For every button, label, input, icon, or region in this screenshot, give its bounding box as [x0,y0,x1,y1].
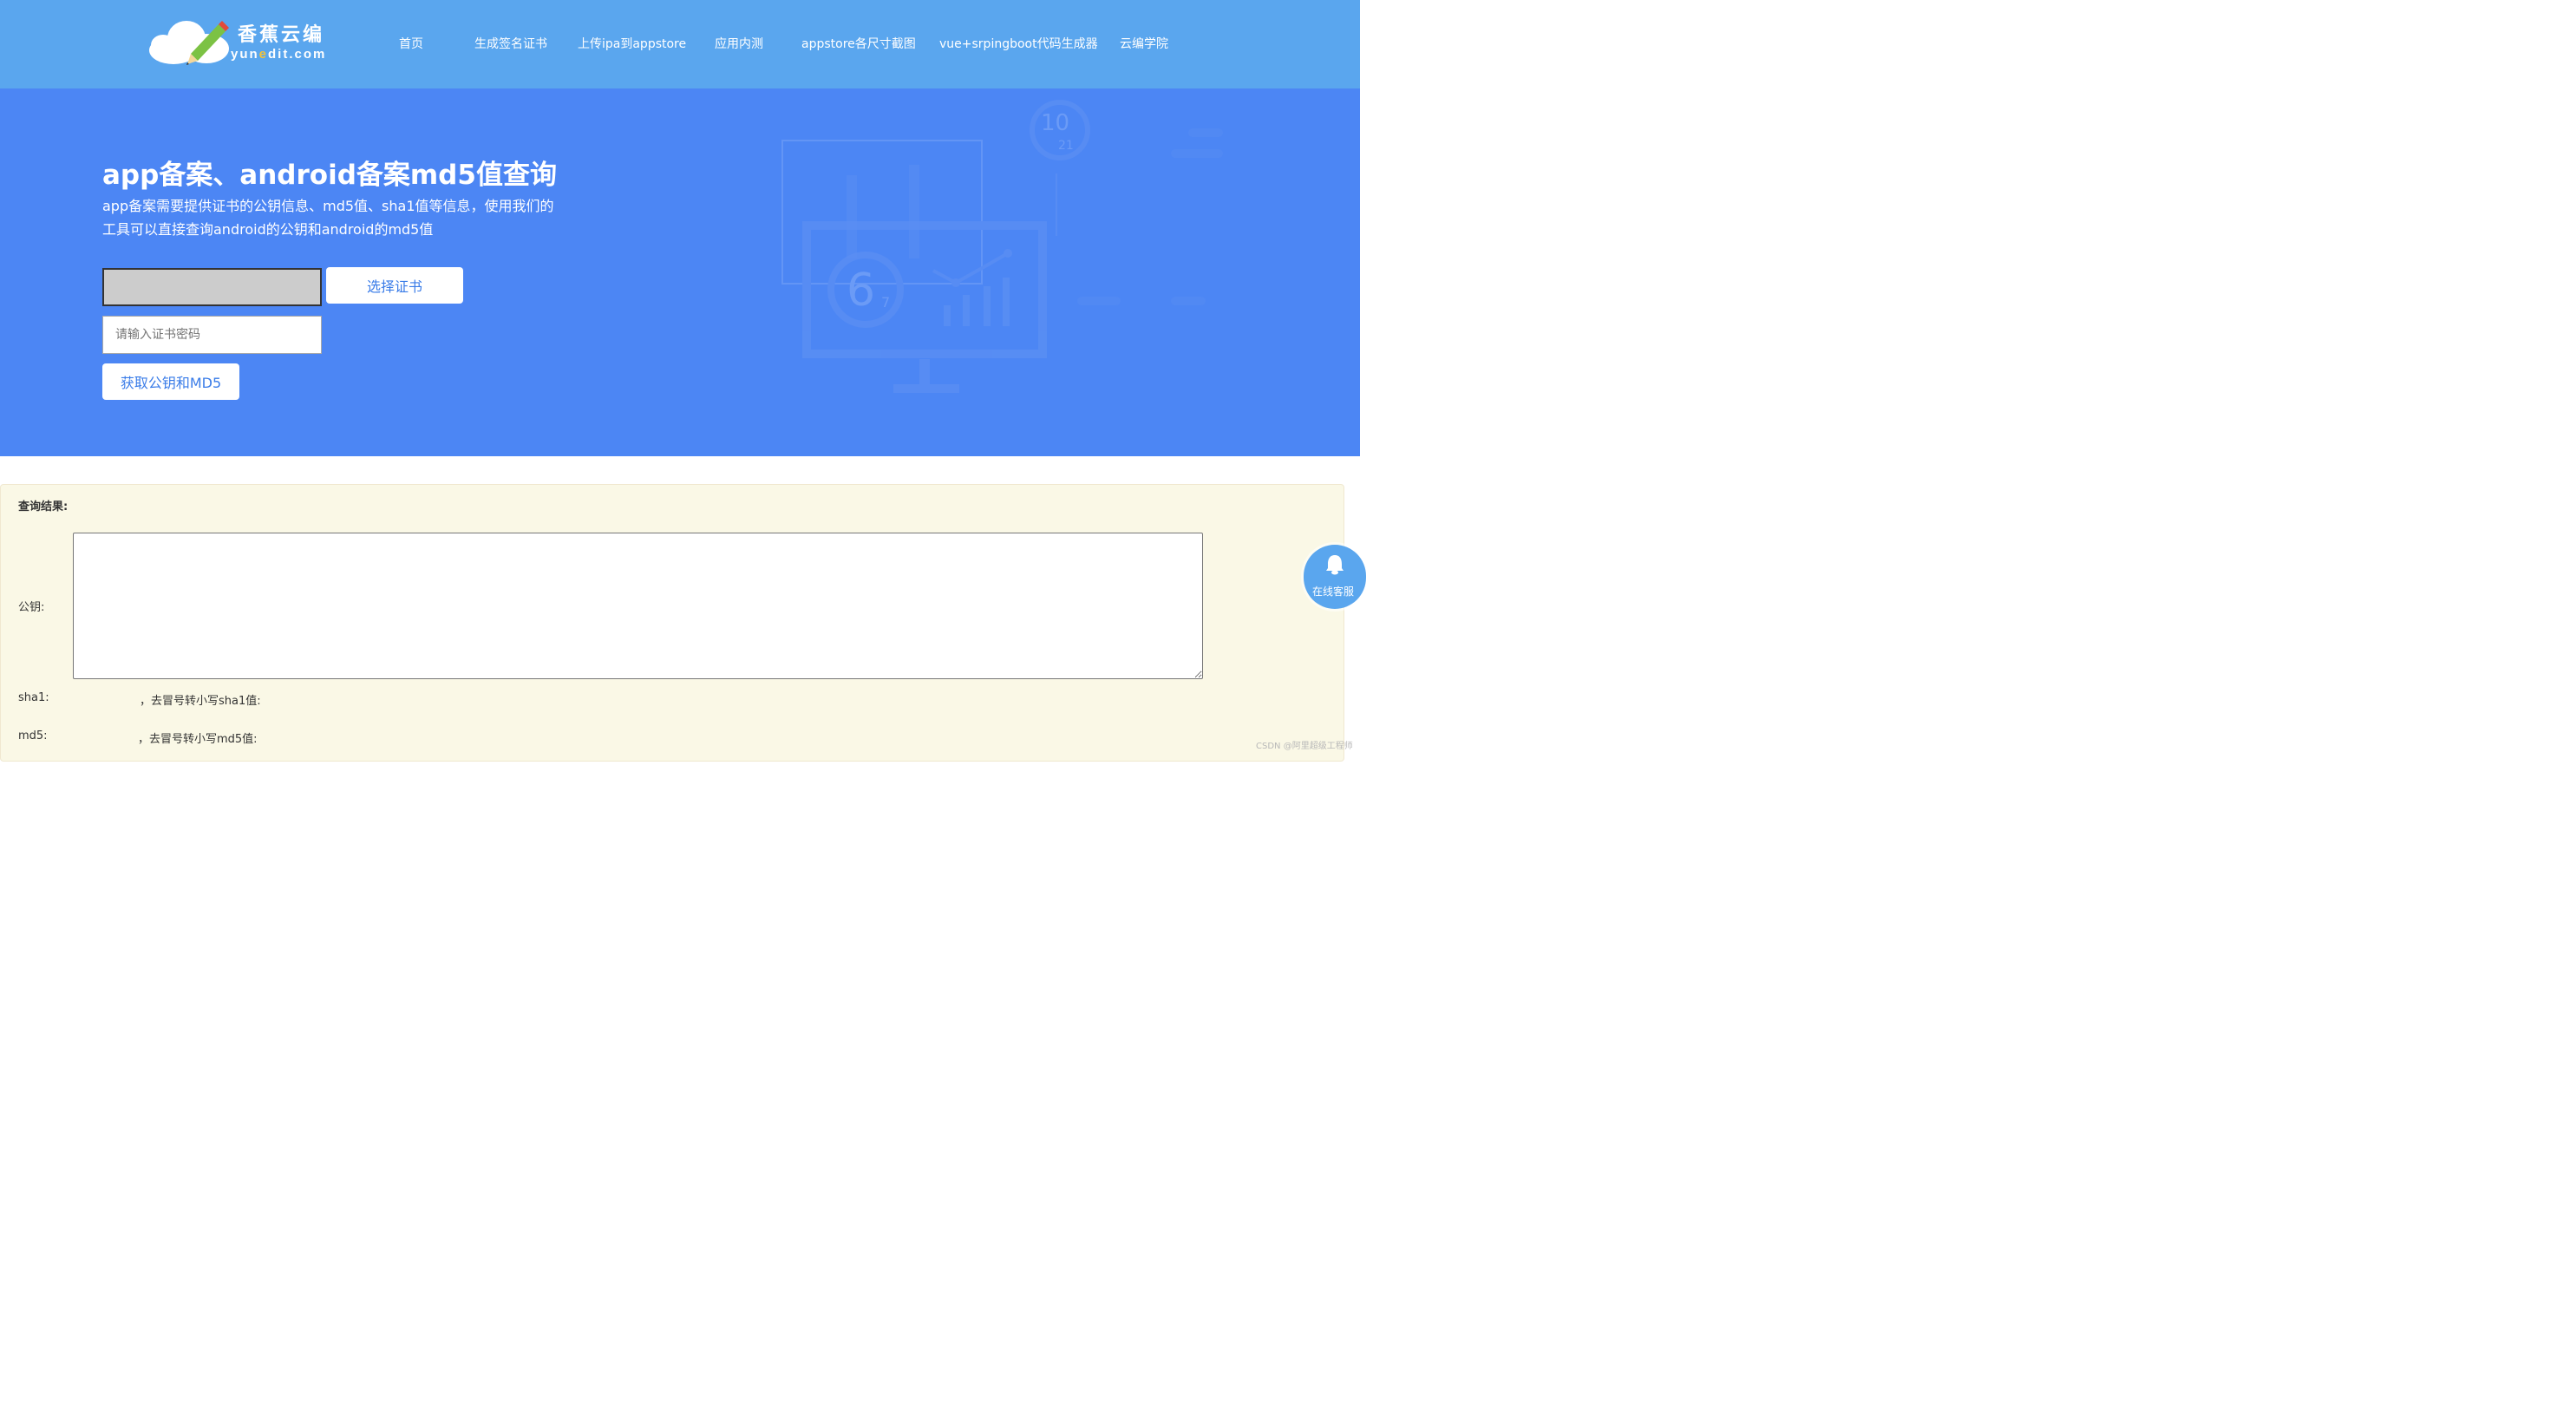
top-navbar: 香蕉云编 yunedit.com 首页 生成签名证书 上传ipa到appstor… [0,0,1360,88]
sha1-lower-label: ，去冒号转小写sha1值: [140,695,261,708]
certificate-password-input[interactable] [102,316,322,354]
nav-item-screenshots[interactable]: appstore各尺寸截图 [801,35,916,52]
nav-item-upload-ipa[interactable]: 上传ipa到appstore [578,35,686,52]
logo-text: 香蕉云编 [238,24,325,46]
site-logo[interactable]: 香蕉云编 yunedit.com [147,14,338,68]
online-service-label: 在线客服 [1312,585,1355,598]
bell-icon [1326,555,1344,575]
cloud-pencil-icon [149,21,229,65]
deco-number: 21 [1058,139,1074,153]
choose-certificate-button[interactable]: 选择证书 [326,267,463,304]
dashboard-illustration: 6 7 10 21 [781,100,1223,393]
certificate-file-field[interactable] [102,268,322,306]
nav-item-code-generator[interactable]: vue+srpingboot代码生成器 [939,35,1098,52]
result-heading: 查询结果: [18,500,69,513]
pubkey-label: 公钥: [18,601,45,614]
pubkey-textarea[interactable] [73,533,1203,679]
md5-lower-label: ，去冒号转小写md5值: [138,733,258,746]
nav-item-beta-test[interactable]: 应用内测 [715,35,763,52]
get-pubkey-md5-button[interactable]: 获取公钥和MD5 [102,363,239,400]
logo-domain: yunedit.com [231,47,327,62]
page-title: app备案、android备案md5值查询 [102,160,557,191]
watermark: CSDN @阿里超级工程师 [1256,742,1353,751]
deco-number: 6 [847,265,875,317]
deco-number: 10 [1041,110,1069,136]
nav-item-home[interactable]: 首页 [399,35,423,52]
online-service-button[interactable]: 在线客服 [1304,545,1366,609]
query-result-panel: 查询结果: 公钥: sha1: ，去冒号转小写sha1值: md5: ，去冒号转… [0,484,1344,762]
deco-number: 7 [881,294,890,311]
sha1-label: sha1: [18,691,49,704]
page-description: app备案需要提供证书的公钥信息、md5值、sha1值等信息，使用我们的工具可以… [102,198,554,238]
nav-item-academy[interactable]: 云编学院 [1120,35,1168,52]
md5-label: md5: [18,729,48,742]
nav-item-generate-cert[interactable]: 生成签名证书 [474,35,547,52]
hero-section: 6 7 10 21 app备案、android备案md5值查询 app备案需要提… [0,88,1360,456]
